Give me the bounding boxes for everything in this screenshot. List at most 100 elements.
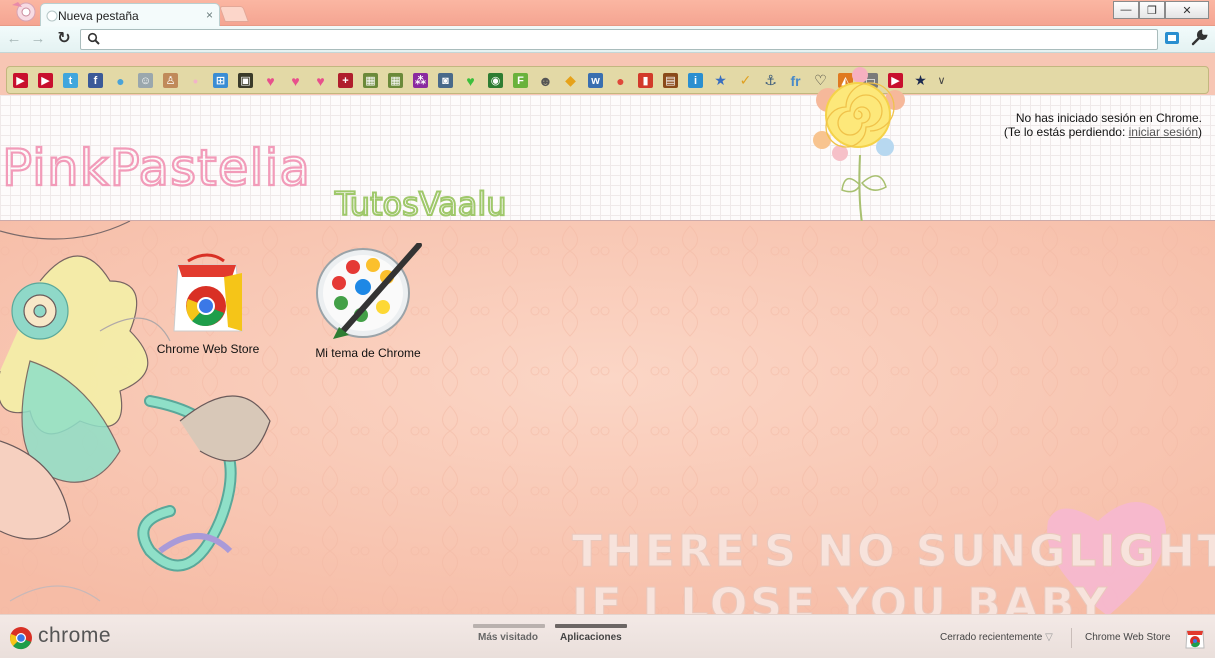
bookmark-plus-icon[interactable]: + [338,73,353,88]
footer-divider [1071,628,1072,648]
signin-line2: (Te lo estás perdiendo: iniciar sesión) [1004,125,1202,139]
theme-header: PinkPastelia TutosVaalu No has iniciado … [0,67,1215,224]
bookmark-w-icon[interactable]: w [588,73,603,88]
recently-closed-menu[interactable]: Cerrado recientemente ▽ [940,632,1053,643]
new-tab-button[interactable] [219,6,249,22]
section-indicator [473,624,545,628]
bookmark-green-heart-icon[interactable]: ♥ [463,72,478,89]
bookmark-candy-icon[interactable]: ◆ [563,72,578,88]
web-store-icon[interactable] [1184,627,1206,649]
extension-icon[interactable] [1164,30,1180,46]
bird-icon: ● [116,72,125,89]
candy-icon: ◆ [565,72,576,88]
bookmark-dots-color-icon[interactable]: ● [613,72,628,89]
ghost-icon: ☺ [139,74,152,87]
youtube-icon: ▶ [41,75,50,87]
signin-line1: No has iniciado sesión en Chrome. [1015,111,1202,125]
image-icon: ▦ [365,75,376,87]
bookmark-star-icon[interactable]: ★ [913,72,928,88]
signin-link[interactable]: iniciar sesión [1129,125,1198,139]
bookmark-heart-icon[interactable]: ♥ [313,72,328,89]
windows-icon: ⊞ [215,75,226,87]
bookmark-image-icon[interactable]: ▦ [363,73,378,88]
app-label: Chrome Web Store [156,342,260,356]
bookmark-twitter-icon[interactable]: t [63,73,78,88]
theme-logo: PinkPastelia TutosVaalu [1,138,508,224]
chrome-web-store-icon [173,253,243,332]
tab-title: Nueva pestaña [58,9,139,23]
wrench-menu-icon[interactable] [1190,29,1208,47]
bookmark-star-box-icon[interactable]: ★ [713,72,728,88]
close-window-button[interactable]: ✕ [1165,1,1209,19]
title-bar: Nueva pestaña × — ❐ ✕ [0,0,1215,27]
bookmark-pink-dot-icon[interactable]: • [188,72,203,89]
bookmark-youtube-icon[interactable]: ▶ [13,73,28,88]
theme-badge-icon [12,2,36,22]
reload-button[interactable]: ↻ [54,30,74,48]
bookmark-flag-icon[interactable]: ▮ [638,73,653,88]
facebook-icon: f [93,74,98,87]
signin-promo: No has iniciado sesión en Chrome. (Te lo… [1004,111,1202,139]
app-label: Mi tema de Chrome [315,346,421,360]
signin-line2-suffix: ) [1198,125,1202,139]
chrome-brand: chrome [38,624,112,647]
forward-button[interactable]: → [28,30,48,48]
bookmark-box-icon[interactable]: ▤ [663,73,678,88]
heart-icon: ♥ [316,72,325,89]
bookmarks-bar: ▶ ▶ t f ● ☺ ♙ • ⊞ ▣ ♥ ♥ ♥ + ▦ ▦ ⁂ ◙ ♥ ◉ F ☻ ◆ w ● ▮ ▤ i ★ ✓ ⚓ fr ♡ ◭ ▭ ▶ ★ ∨ [6,66,1209,94]
bookmark-person-icon[interactable]: ♙ [163,73,178,88]
app-mi-tema-de-chrome[interactable]: Mi tema de Chrome [303,242,433,360]
bookmark-ghost-icon[interactable]: ☺ [138,73,153,88]
youtube-icon: ▶ [16,75,25,87]
bookmark-facebook-icon[interactable]: f [88,73,103,88]
bookmark-picture-icon[interactable]: ▣ [238,73,253,88]
maximize-button[interactable]: ❐ [1139,1,1165,19]
dropdown-arrow-icon: ▽ [1045,632,1053,643]
wallpaper-quote-line2: IF I LOSE YOU BABY [572,579,1110,614]
tab-nueva-pestana[interactable]: Nueva pestaña × [40,3,220,27]
section-apps[interactable]: Aplicaciones [555,624,627,643]
logo-subtext: TutosVaalu [334,185,507,223]
pink-dot-icon: • [193,72,198,89]
section-most-visited[interactable]: Más visitado [473,624,545,643]
bookmark-dots-icon[interactable]: ⁂ [413,73,428,88]
tab-close-icon[interactable]: × [206,8,213,22]
bookmark-image-icon[interactable]: ▦ [388,73,403,88]
app-chrome-web-store[interactable]: Chrome Web Store [143,251,273,356]
bookmark-check-icon[interactable]: ✓ [738,72,753,88]
bookmark-anchor-icon[interactable]: ⚓ [763,72,778,88]
dots-color-icon: ● [616,72,625,89]
signin-line2-prefix: (Te lo estás perdiendo: [1003,125,1129,139]
twitter-icon: t [68,74,73,87]
bookmark-globe-icon[interactable]: ◉ [488,73,503,88]
heart-icon: ♥ [291,72,300,89]
bookmark-i-icon[interactable]: i [688,73,703,88]
window-controls: — ❐ ✕ [1113,1,1209,19]
bookmark-heart-icon[interactable]: ♥ [288,72,303,89]
globe-icon: ◉ [490,75,501,87]
bookmark-heart-icon[interactable]: ♥ [263,72,278,89]
address-input[interactable] [105,32,1125,47]
chrome-web-store-link[interactable]: Chrome Web Store [1085,632,1170,643]
bookmark-youtube-icon[interactable]: ▶ [38,73,53,88]
bookmark-windows-icon[interactable]: ⊞ [213,73,228,88]
bookmark-face-icon[interactable]: ☻ [538,72,553,89]
toolbar: ← → ↻ ☆ [0,26,1215,53]
bookmark-bird-icon[interactable]: ● [113,72,128,89]
bookmark-feed-icon[interactable]: F [513,73,528,88]
i-icon: i [693,74,698,87]
person-icon: ♙ [165,75,176,87]
recently-closed-label: Cerrado recientemente [940,632,1043,643]
omnibox[interactable]: ☆ [80,29,1158,50]
flower-decoration [813,67,905,224]
minimize-button[interactable]: — [1113,1,1139,19]
bookmark-photo-icon[interactable]: ◙ [438,73,453,88]
bookmarks-overflow-icon[interactable]: ∨ [934,73,949,88]
back-button[interactable]: ← [4,30,24,48]
green-heart-icon: ♥ [466,72,475,89]
dots-icon: ⁂ [414,75,427,87]
heart-icon: ♥ [266,72,275,89]
image-icon: ▦ [390,75,401,87]
palette-icon [316,242,422,339]
face-icon: ☻ [538,72,553,89]
